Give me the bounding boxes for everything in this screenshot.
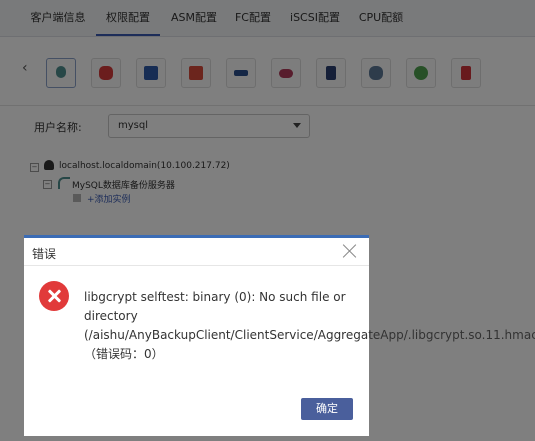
close-icon[interactable] <box>341 242 359 260</box>
error-dialog: 错误 libgcrypt selftest: binary (0): No su… <box>24 235 535 436</box>
ok-button[interactable]: 确定 <box>301 398 353 420</box>
error-icon <box>39 281 69 311</box>
dialog-title: 错误 <box>32 247 57 261</box>
error-message: libgcrypt selftest: binary (0): No such … <box>84 290 535 361</box>
dialog-divider <box>24 265 369 266</box>
